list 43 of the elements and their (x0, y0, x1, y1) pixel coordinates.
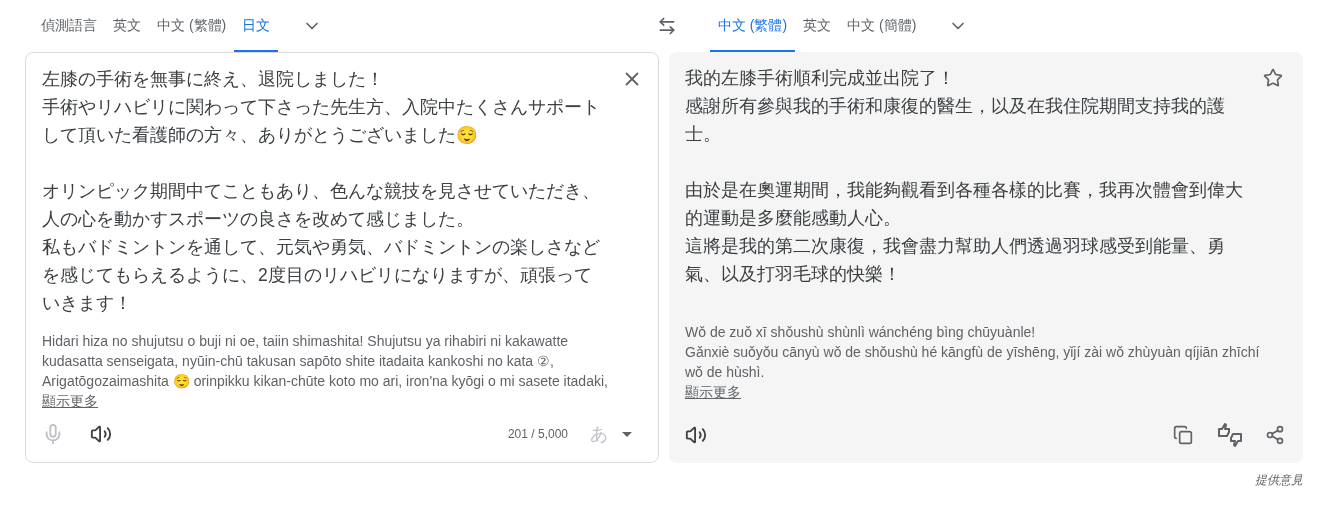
rate-translation-button[interactable] (1217, 423, 1243, 447)
share-icon (1265, 425, 1285, 445)
character-count: 201 / 5,000 (507, 426, 568, 443)
copy-button[interactable] (1173, 425, 1193, 445)
share-button[interactable] (1265, 425, 1285, 445)
language-tab[interactable]: 中文 (繁體) (149, 0, 235, 52)
language-tab[interactable]: 偵測語言 (33, 0, 105, 52)
speaker-icon (90, 423, 112, 445)
source-text-line: いきます！ (42, 292, 132, 315)
romanization-line: Gǎnxiè suǒyǒu cānyù wǒ de shǒushù hé kāngfù de yīshēng, yǐjí zài wǒ zhùyuàn qíjiān zhīchí (685, 343, 1260, 362)
star-icon (1263, 68, 1283, 88)
source-text-line: を感じてもらえるように、2度目のリハビリになりますが、頑張って (42, 264, 592, 287)
romanization-line: Arigatōgozaimashita 😌 orinpikku kikan-chūte koto mo ari, iron'na kyōgi o mi sasete itadaki, (42, 372, 608, 391)
translation-line: 氣、以及打羽毛球的快樂！ (685, 263, 901, 286)
listen-button[interactable] (685, 424, 707, 446)
translation-line: 我的左膝手術順利完成並出院了！ (685, 67, 955, 90)
dropdown-caret-icon (622, 431, 632, 437)
source-text-line: 左膝の手術を無事に終え、退院しました！ (42, 68, 384, 91)
translation-line: 由於是在奧運期間，我能夠觀看到各種各樣的比賽，我再次體會到偉大 (685, 179, 1243, 202)
translation-line: 感謝所有參與我的手術和康復的醫生，以及在我住院期間支持我的護 (685, 95, 1225, 118)
romanization-line: Wǒ de zuǒ xī shǒushù shùnlì wánchéng bìng chūyuànle! (685, 323, 1036, 342)
romanization-line: wǒ de hùshì. (685, 363, 765, 382)
language-tab[interactable]: 英文 (105, 0, 149, 52)
source-text-line: 手術やリハビリに関わって下さった先生方、入院中たくさんサポート (42, 96, 600, 119)
copy-icon (1173, 425, 1193, 445)
romanization-line: kudasatta senseigata, nyūin-chū takusan sapōto shite itadaita kankoshi no kata ②, (42, 352, 554, 371)
show-more-link[interactable]: 顯示更多 (685, 382, 741, 402)
translation-line: 這將是我的第二次康復，我會盡力幫助人們透過羽球感受到能量、勇 (685, 235, 1225, 258)
listen-button[interactable] (90, 423, 112, 445)
send-feedback-link[interactable]: 提供意見 (1255, 471, 1303, 489)
source-text-line: 私もバドミントンを通して、元気や勇気、バドミントンの楽しさなど (42, 236, 600, 259)
thumbs-up-down-icon (1217, 423, 1243, 447)
language-tab[interactable]: 中文 (簡體) (839, 0, 925, 52)
language-tab[interactable]: 日文 (234, 0, 279, 52)
speaker-icon (685, 424, 707, 446)
show-more-link[interactable]: 顯示更多 (42, 391, 98, 411)
source-text-line: して頂いた看護師の方々、ありがとうございました😌 (42, 124, 478, 147)
romanization-line: Hidari hiza no shujutsu o buji ni oe, taiin shimashita! Shujutsu ya rihabiri ni kakawatte (42, 332, 569, 351)
language-tab[interactable]: 英文 (795, 0, 840, 52)
source-text-line: オリンピック期間中てこともあり、色んな競技を見させていただき、 (42, 180, 600, 203)
source-text-line: 人の心を動かすスポーツの良さを改めて感じました。 (42, 208, 474, 231)
translation-line: 士。 (685, 123, 721, 146)
translation-line: 的運動是多麼能感動人心。 (685, 207, 901, 230)
